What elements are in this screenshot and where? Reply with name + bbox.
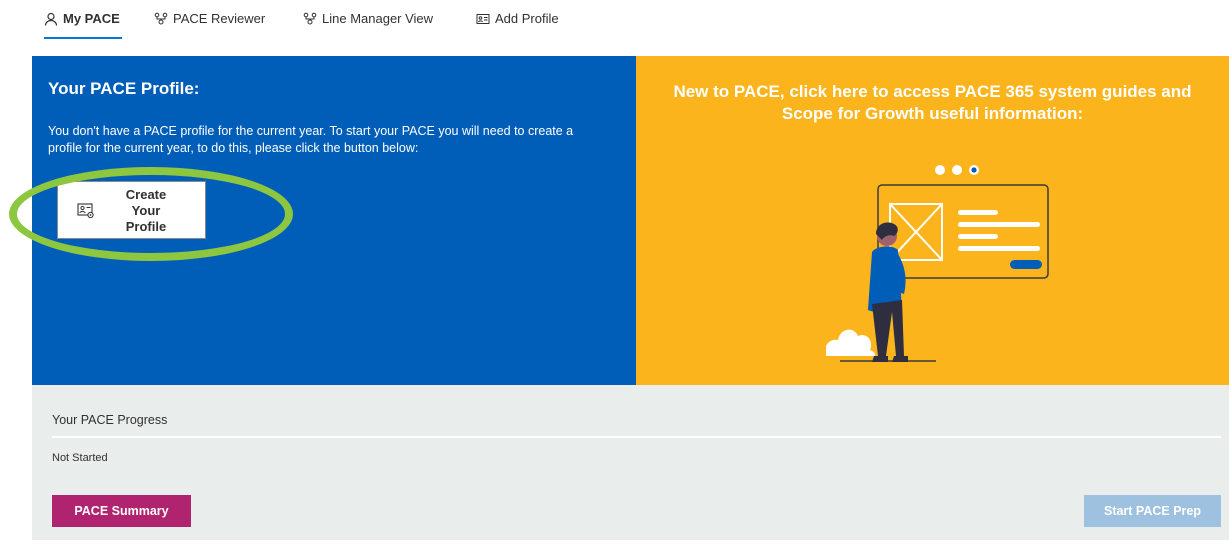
contact-settings-icon bbox=[77, 203, 95, 219]
guides-panel[interactable]: New to PACE, click here to access PACE 3… bbox=[636, 56, 1229, 385]
profile-heading: Your PACE Profile: bbox=[48, 79, 200, 98]
contact-card-icon bbox=[476, 12, 490, 26]
tab-label: My PACE bbox=[63, 11, 120, 26]
progress-status: Not Started bbox=[52, 452, 108, 464]
pace-panel: Your PACE Profile: You don't have a PACE… bbox=[9, 56, 1229, 540]
org-chart-icon bbox=[303, 12, 317, 26]
pace-summary-button[interactable]: PACE Summary bbox=[52, 495, 191, 527]
create-profile-label: Create Your Profile bbox=[125, 187, 167, 234]
progress-title: Your PACE Progress bbox=[52, 413, 168, 427]
tab-my-pace[interactable]: My PACE bbox=[44, 9, 120, 29]
tab-line-manager-view[interactable]: Line Manager View bbox=[303, 9, 433, 29]
create-profile-button[interactable]: Create Your Profile bbox=[57, 181, 206, 239]
tab-label: Add Profile bbox=[495, 11, 559, 26]
org-chart-icon bbox=[154, 12, 168, 26]
tab-label: PACE Reviewer bbox=[173, 11, 266, 26]
tab-add-profile[interactable]: Add Profile bbox=[476, 9, 559, 29]
person-icon bbox=[44, 12, 58, 26]
profile-message: You don't have a PACE profile for the cu… bbox=[48, 124, 574, 155]
divider bbox=[52, 436, 1221, 438]
person-presenting-illustration bbox=[824, 154, 1066, 371]
progress-panel: Your PACE Progress Not Started PACE Summ… bbox=[32, 385, 1229, 540]
guides-heading: New to PACE, click here to access PACE 3… bbox=[673, 82, 1192, 123]
tab-bar: My PACE PACE Reviewer Line Manager View … bbox=[0, 0, 1229, 44]
tab-label: Line Manager View bbox=[322, 11, 434, 26]
profile-panel: Your PACE Profile: You don't have a PACE… bbox=[32, 56, 636, 385]
start-pace-prep-button[interactable]: Start PACE Prep bbox=[1084, 495, 1221, 527]
active-tab-indicator bbox=[44, 37, 122, 39]
tab-pace-reviewer[interactable]: PACE Reviewer bbox=[154, 9, 265, 29]
